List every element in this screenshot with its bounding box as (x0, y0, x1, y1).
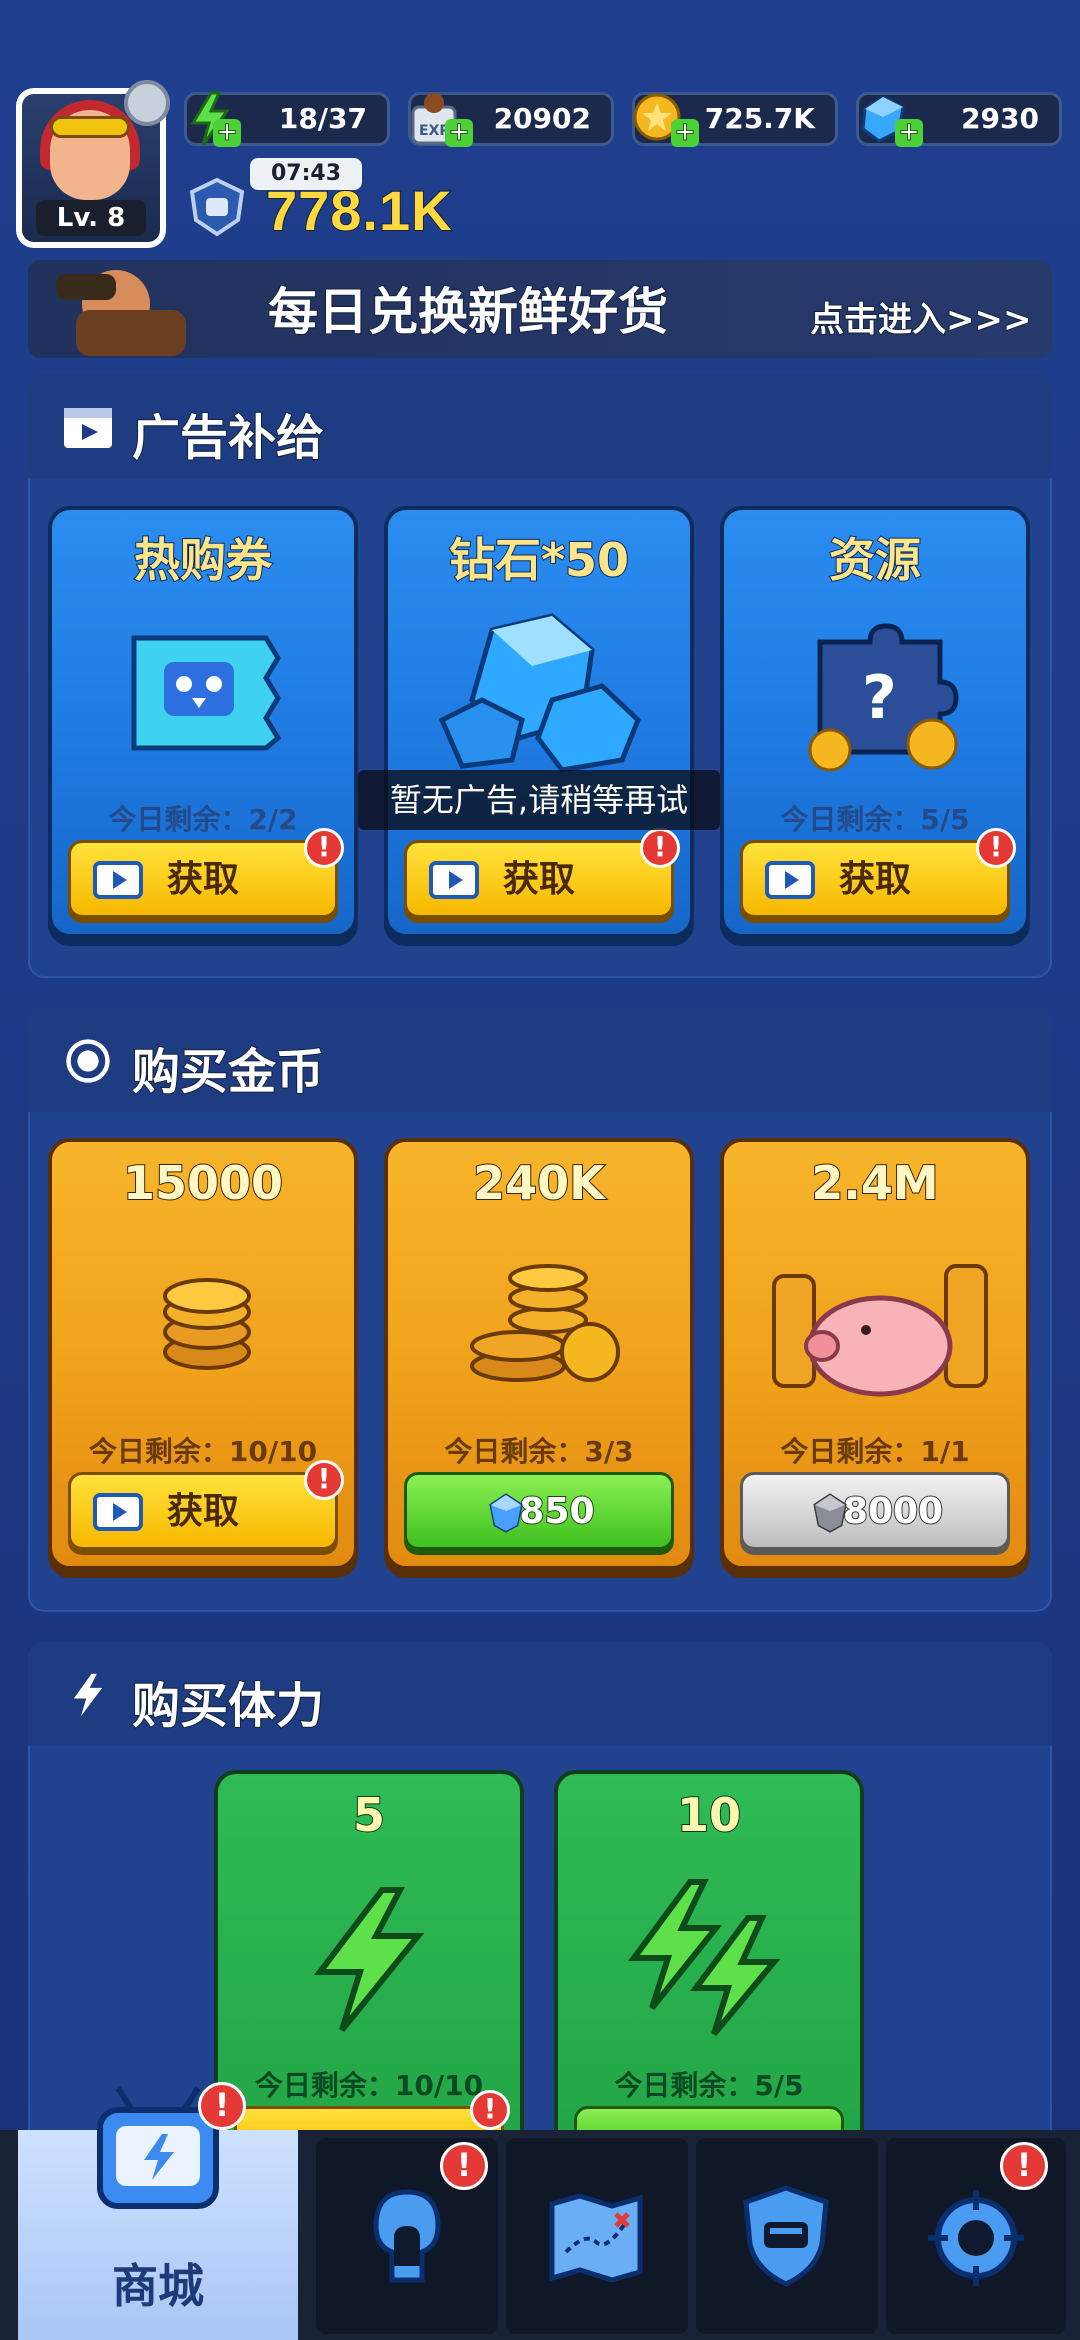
ad-get-label: 获取 (502, 859, 575, 900)
ad-remain-count: 今日剩余：2/2 (108, 803, 298, 836)
power-shield-icon (189, 177, 245, 237)
ad-card-diamond[interactable]: 钻石*50 获取 ! (384, 506, 694, 938)
nav-tab-map[interactable] (506, 2138, 688, 2334)
coin-get-label: 获取 (166, 1491, 239, 1532)
stamina-section-title: 购买体力 (131, 1677, 325, 1735)
stamina-card-5[interactable]: 5 今日剩余：10/10 ! (214, 1770, 524, 2170)
coin-remain-count: 今日剩余：3/3 (444, 1435, 634, 1468)
video-clapper-icon (64, 408, 112, 448)
piggy-bank-icon (772, 1264, 988, 1397)
exp-counter[interactable]: EXP + 20902 (408, 92, 614, 147)
coin-card-15000[interactable]: 15000 今日剩余：10/10 获取 ! (48, 1138, 358, 1570)
card-title: 5 (352, 1787, 386, 1843)
crosshair-target-icon (928, 2190, 1024, 2286)
coin-piles-icon (470, 1264, 620, 1382)
ad-get-button[interactable]: 获取 (740, 840, 1010, 918)
ad-get-button[interactable]: 获取 (68, 840, 338, 918)
coin-remain-count: 今日剩余：1/1 (780, 1435, 970, 1468)
coin-get-button[interactable]: 获取 (68, 1472, 338, 1550)
lightning-icon (73, 1673, 103, 1717)
lightning-bolt-icon (313, 1887, 425, 2032)
gem-counter[interactable]: + 2930 (856, 92, 1062, 147)
exp-plus-icon[interactable]: + (445, 119, 473, 147)
player-level: Lv. 8 (36, 200, 146, 236)
coin-counter[interactable]: + 725.7K (632, 92, 838, 147)
mystery-puzzle-icon: ? (808, 623, 959, 772)
coupon-ticket-icon (131, 635, 282, 751)
ad-card-hot-coupon[interactable]: 热购券 今日剩余：2/2 获取 ! (48, 506, 358, 938)
alert-badge-icon: ! (304, 1460, 344, 1500)
exp-value: 20902 (493, 102, 591, 135)
gray-ore-icon (813, 1493, 847, 1533)
coin-card-240k[interactable]: 240K 今日剩余：3/3 850 (384, 1138, 694, 1570)
nav-tab-guild[interactable] (696, 2138, 878, 2334)
card-title: 10 (676, 1787, 742, 1843)
ad-get-label: 获取 (166, 859, 239, 900)
alert-badge-icon: ! (470, 2090, 510, 2130)
guild-shield-icon (743, 2185, 829, 2287)
coin-outline-icon (66, 1039, 110, 1083)
double-lightning-icon (628, 1879, 781, 2036)
treasure-map-icon (549, 2193, 643, 2282)
diamond-pile-icon (438, 613, 641, 773)
energy-plus-icon[interactable]: + (213, 119, 241, 147)
banner-title: 每日兑换新鲜好货 (267, 282, 669, 342)
ad-remain-count: 今日剩余：5/5 (780, 803, 970, 836)
alert-badge-icon: ! (440, 2142, 488, 2190)
ad-get-label: 获取 (838, 859, 911, 900)
card-title: 热购券 (133, 532, 273, 588)
svg-text:?: ? (862, 663, 897, 733)
gem-plus-icon[interactable]: + (895, 119, 923, 147)
ad-card-resource[interactable]: 资源 ? 今日剩余：5/5 获取 ! (720, 506, 1030, 938)
coin-plus-icon[interactable]: + (671, 119, 699, 147)
alert-badge-icon: ! (1000, 2142, 1048, 2190)
tv-play-icon (93, 1493, 143, 1531)
no-ad-toast: 暂无广告,请稍等再试 (358, 770, 720, 830)
alert-badge-icon: ! (640, 828, 680, 868)
shop-alert-badge-icon: ! (198, 2082, 246, 2130)
gem-value: 2930 (961, 102, 1039, 135)
coin-remain-count: 今日剩余：10/10 (88, 1435, 318, 1468)
coins-section-title: 购买金币 (131, 1043, 325, 1101)
ad-section-title: 广告补给 (131, 409, 325, 467)
energy-counter[interactable]: + 18/37 (184, 91, 390, 147)
hero-silhouette-icon (373, 2189, 441, 2283)
alert-badge-icon: ! (304, 828, 344, 868)
alert-badge-icon: ! (976, 828, 1016, 868)
stamina-remain-count: 今日剩余：5/5 (614, 2069, 804, 2102)
coin-card-2-4m[interactable]: 2.4M 今日剩余：1/1 8000 (720, 1138, 1030, 1570)
tv-play-icon (93, 861, 143, 899)
tv-play-icon (765, 861, 815, 899)
buy-with-gems-button[interactable]: 850 (404, 1472, 674, 1550)
banner-enter-link[interactable]: 点击进入>>> (809, 292, 1032, 341)
coin-value: 725.7K (704, 102, 815, 135)
card-title: 钻石*50 (448, 532, 630, 588)
nav-shop-label: 商城 (112, 2259, 204, 2313)
nav-tab-heroes[interactable]: ! (316, 2138, 498, 2334)
nav-tab-battle[interactable]: ! (886, 2138, 1066, 2334)
gem-price: 850 (518, 1490, 595, 1533)
card-title: 资源 (828, 532, 922, 588)
gem-icon (489, 1493, 523, 1533)
buy-with-ore-button[interactable]: 8000 (740, 1472, 1010, 1550)
combat-power: 778.1K (265, 178, 453, 243)
stamina-card-10[interactable]: 10 今日剩余：5/5 (554, 1770, 864, 2170)
coin-stack-icon (163, 1278, 251, 1370)
card-title: 240K (472, 1155, 606, 1211)
settings-gear-icon[interactable] (124, 80, 170, 126)
ore-price: 8000 (842, 1490, 944, 1533)
energy-value: 18/37 (278, 102, 367, 135)
card-title: 15000 (122, 1155, 284, 1211)
banner-character-icon (56, 270, 186, 356)
tv-play-icon (429, 861, 479, 899)
card-title: 2.4M (810, 1155, 939, 1211)
ad-get-button[interactable]: 获取 (404, 840, 674, 918)
